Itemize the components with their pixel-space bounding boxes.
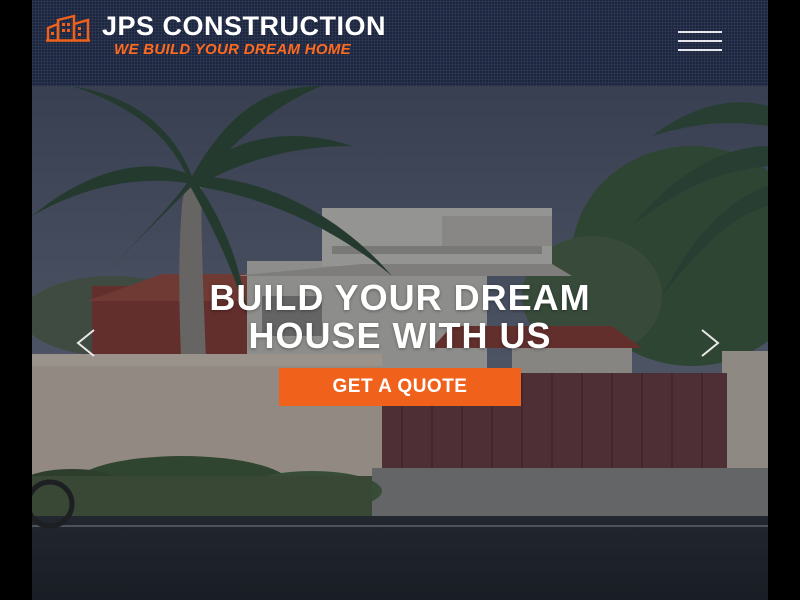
hero-title: BUILD YOUR DREAM HOUSE WITH US	[32, 279, 768, 355]
page-frame: JPS CONSTRUCTION WE BUILD YOUR DREAM HOM…	[32, 0, 768, 600]
brand-tagline: WE BUILD YOUR DREAM HOME	[114, 41, 351, 58]
brand-name[interactable]: JPS CONSTRUCTION	[102, 11, 386, 42]
building-icon[interactable]	[46, 14, 90, 42]
chevron-right-icon[interactable]	[696, 326, 726, 360]
hamburger-menu-button[interactable]	[674, 26, 724, 58]
site-header: JPS CONSTRUCTION WE BUILD YOUR DREAM HOM…	[32, 0, 768, 86]
chevron-left-icon[interactable]	[70, 326, 100, 360]
hamburger-menu-icon	[678, 31, 722, 33]
hero-title-line-2: HOUSE WITH US	[248, 315, 552, 356]
hero-title-line-1: BUILD YOUR DREAM	[209, 277, 591, 318]
hero-slider: BUILD YOUR DREAM HOUSE WITH US GET A QUO…	[32, 86, 768, 600]
get-a-quote-button[interactable]: GET A QUOTE	[279, 368, 521, 406]
